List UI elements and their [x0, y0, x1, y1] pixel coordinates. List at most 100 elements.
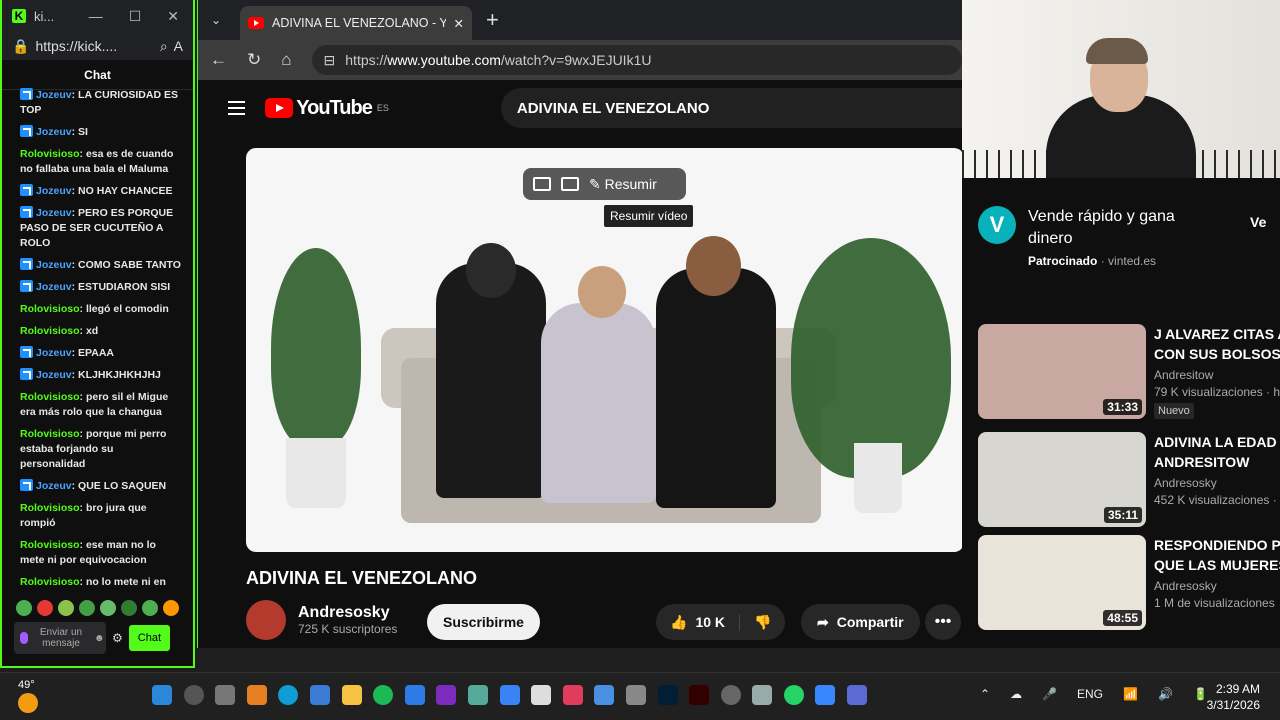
chat-input[interactable]: Enviar un mensaje ☻ — [14, 622, 106, 654]
edge-icon[interactable] — [278, 685, 299, 705]
home-icon[interactable]: ⌂ — [281, 50, 291, 70]
more-actions-button[interactable]: ••• — [925, 604, 961, 640]
app-icon[interactable] — [436, 685, 457, 705]
task-view-icon[interactable] — [215, 685, 236, 705]
chat-username[interactable]: Jozeuv — [36, 89, 72, 101]
minimize-icon[interactable]: — — [89, 8, 103, 25]
photoshop-icon[interactable] — [657, 685, 678, 705]
sponsored-ad[interactable]: V Vende rápido y gana dinero Patrocinado… — [978, 206, 1266, 268]
site-info-icon[interactable]: ⊟ — [324, 52, 336, 69]
menu-icon[interactable] — [228, 101, 246, 115]
chat-username[interactable]: Rolovisioso — [20, 303, 80, 315]
app-icon[interactable] — [467, 685, 488, 705]
chat-username[interactable]: Rolovisioso — [20, 325, 80, 337]
language-indicator[interactable]: ENG — [1077, 687, 1103, 701]
chat-username[interactable]: Jozeuv — [36, 369, 72, 381]
chat-username[interactable]: Rolovisioso — [20, 148, 80, 160]
miniplayer-icon[interactable] — [533, 177, 551, 191]
app-icon[interactable] — [815, 685, 836, 705]
rec-channel[interactable]: Andresosky — [1154, 579, 1280, 593]
store-icon[interactable] — [309, 685, 330, 705]
tab-youtube[interactable]: ADIVINA EL VENEZOLANO - YouTube ✕ — [240, 6, 472, 40]
kick-url[interactable]: https://kick.... — [35, 38, 117, 54]
clock[interactable]: 2:39 AM 3/31/2026 — [1196, 681, 1260, 713]
recommended-video[interactable]: 35:11 ADIVINA LA EDAD - ANDRESITOW Andre… — [978, 432, 1280, 527]
chat-username[interactable]: Jozeuv — [36, 347, 72, 359]
chevron-up-icon[interactable]: ⌃ — [980, 687, 990, 701]
emote-icon[interactable] — [163, 600, 179, 616]
file-explorer-icon[interactable] — [341, 685, 362, 705]
back-arrow-icon[interactable]: ← — [210, 50, 227, 70]
rec-title-line[interactable]: ANDRESITOW — [1154, 452, 1280, 472]
start-windows-icon[interactable] — [152, 685, 172, 705]
channel-name[interactable]: Andresosky — [298, 604, 397, 622]
rec-title-line[interactable]: J ALVAREZ CITAS A — [1154, 324, 1280, 344]
video-thumbnail[interactable]: 31:33 — [978, 324, 1146, 419]
new-tab-icon[interactable]: + — [486, 7, 499, 33]
rec-title-line[interactable]: ADIVINA LA EDAD - — [1154, 432, 1280, 452]
channel-avatar[interactable] — [246, 600, 286, 640]
app-icon[interactable] — [499, 685, 520, 705]
emoji-icon[interactable]: ☻ — [94, 633, 105, 644]
emote-icon[interactable] — [37, 600, 53, 616]
whatsapp-icon[interactable] — [783, 685, 804, 705]
chat-username[interactable]: Rolovisioso — [20, 502, 80, 514]
mic-tray-icon[interactable]: 🎤 — [1042, 687, 1057, 701]
emote-icon[interactable] — [79, 600, 95, 616]
search-icon[interactable] — [183, 685, 204, 705]
chat-username[interactable]: Jozeuv — [36, 281, 72, 293]
video-thumbnail[interactable]: 48:55 — [978, 535, 1146, 630]
send-chat-button[interactable]: Chat — [128, 625, 171, 651]
rec-channel[interactable]: Andresitow — [1154, 368, 1280, 382]
emote-icon[interactable] — [58, 600, 74, 616]
tab-close-icon[interactable]: ✕ — [454, 16, 464, 31]
clip-icon[interactable] — [561, 177, 579, 191]
mic-icon[interactable] — [20, 632, 28, 644]
recommended-video[interactable]: 31:33 J ALVAREZ CITAS A CON SUS BOLSOS A… — [978, 324, 1280, 419]
rec-title-line[interactable]: CON SUS BOLSOS — [1154, 344, 1280, 364]
chat-username[interactable]: Jozeuv — [36, 207, 72, 219]
subscribe-button[interactable]: Suscribirme — [427, 604, 540, 640]
url-text[interactable]: https://www.youtube.com/watch?v=9wxJEJUI… — [345, 52, 651, 68]
kick-url-bar[interactable]: 🔒 https://kick.... ⌕ A — [2, 32, 193, 60]
chat-username[interactable]: Rolovisioso — [20, 428, 80, 440]
app-icon[interactable] — [847, 685, 868, 705]
chat-username[interactable]: Rolovisioso — [20, 576, 80, 588]
chat-username[interactable]: Rolovisioso — [20, 391, 80, 403]
search-input[interactable]: ADIVINA EL VENEZOLANO — [500, 88, 962, 128]
summarize-button[interactable]: ✎ Resumir — [589, 176, 657, 193]
read-aloud-icon[interactable]: A — [174, 38, 183, 54]
emote-icon[interactable] — [100, 600, 116, 616]
share-button[interactable]: ➦ Compartir — [801, 604, 920, 640]
ad-title[interactable]: Vende rápido y gana dinero — [1028, 206, 1198, 250]
app-icon[interactable] — [625, 685, 646, 705]
app-icon[interactable] — [720, 685, 741, 705]
chat-username[interactable]: Jozeuv — [36, 480, 72, 492]
shield-icon[interactable] — [404, 685, 425, 705]
youtube-logo[interactable]: YouTube ES — [265, 97, 389, 120]
app-icon[interactable] — [531, 685, 552, 705]
maximize-icon[interactable]: ☐ — [129, 8, 142, 25]
chat-messages[interactable]: Jozeuv: LA CURIOSIDAD ES TOP Jozeuv: SI Ro… — [2, 88, 193, 588]
emote-icon[interactable] — [142, 600, 158, 616]
address-bar[interactable]: ⊟ https://www.youtube.com/watch?v=9wxJEJ… — [311, 45, 962, 75]
video-thumbnail[interactable]: 35:11 — [978, 432, 1146, 527]
volume-icon[interactable]: 🔊 — [1158, 687, 1173, 701]
video-player[interactable]: ✎ Resumir Resumir vídeo — [246, 148, 964, 552]
rec-channel[interactable]: Andresosky — [1154, 476, 1280, 490]
close-icon[interactable]: ✕ — [167, 8, 179, 25]
copilot-icon[interactable] — [246, 685, 267, 705]
rec-title-line[interactable]: QUE LAS MUJERES — [1154, 555, 1280, 575]
settings-icon[interactable] — [752, 685, 773, 705]
emote-icon[interactable] — [121, 600, 137, 616]
onedrive-icon[interactable]: ☁ — [1010, 687, 1022, 701]
settings-gear-icon[interactable]: ⚙ — [112, 631, 123, 645]
tab-search-chevron-icon[interactable]: ⌄ — [198, 5, 234, 35]
rec-title-line[interactable]: RESPONDIENDO PR — [1154, 535, 1280, 555]
spotify-icon[interactable] — [373, 685, 394, 705]
wifi-icon[interactable]: 📶 — [1123, 687, 1138, 701]
ad-cta-button[interactable]: Ve — [1250, 214, 1266, 230]
kick-tab-title[interactable]: ki... — [34, 9, 54, 24]
music-icon[interactable] — [562, 685, 583, 705]
recommended-video[interactable]: 48:55 RESPONDIENDO PR QUE LAS MUJERES An… — [978, 535, 1280, 630]
